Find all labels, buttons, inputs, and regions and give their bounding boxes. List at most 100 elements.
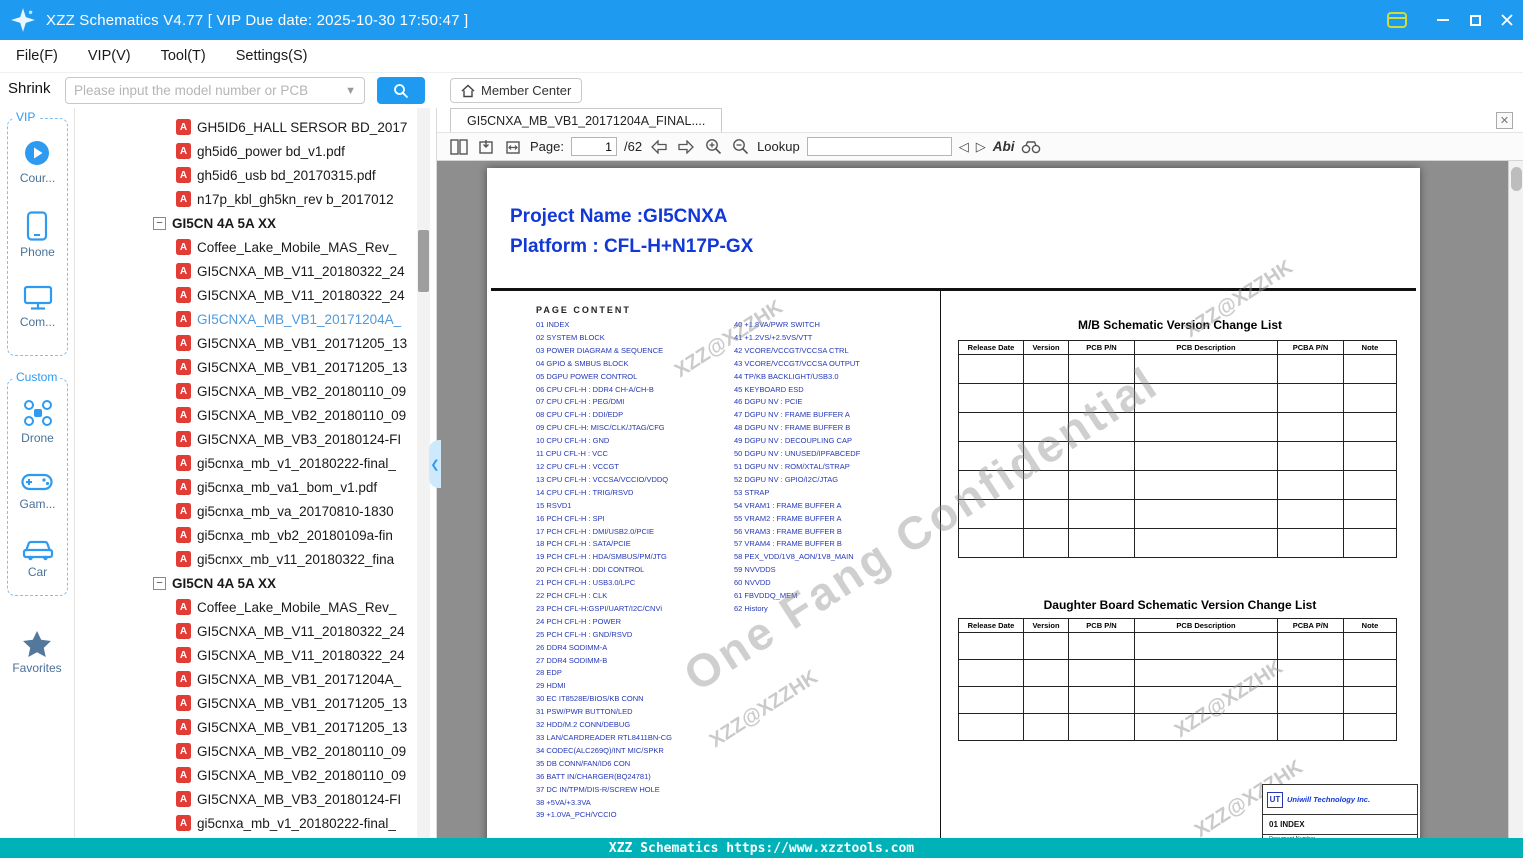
sidebar-item-phone[interactable]: Phone	[20, 211, 55, 259]
computer-icon	[23, 285, 52, 310]
tree-row[interactable]: − A GI5CN 4A 5A XX	[75, 211, 436, 235]
fit-width-icon[interactable]	[503, 137, 523, 157]
tree-row-label: gi5cnxa_mb_va1_bom_v1.pdf	[197, 479, 378, 495]
collapse-minus-icon[interactable]: −	[153, 216, 166, 230]
pdf-file-icon: A	[176, 671, 191, 687]
member-center-button[interactable]: Member Center	[450, 78, 583, 103]
index-entry: 47 DGPU NV : FRAME BUFFER A	[734, 410, 850, 420]
pdf-scrollbar[interactable]	[1508, 161, 1523, 838]
tree-row[interactable]: − A gi5cnxa_mb_vb2_20180109a-fin	[75, 523, 436, 547]
index-entry: 28 EDP	[536, 668, 562, 678]
search-button[interactable]	[377, 77, 425, 104]
lookup-input[interactable]	[806, 137, 952, 156]
tree-row[interactable]: − A GI5CN 4A 5A XX	[75, 571, 436, 595]
tree-row[interactable]: − A GI5CNXA_MB_V11_20180322_24	[75, 643, 436, 667]
close-tab-button[interactable]: ✕	[1496, 112, 1513, 129]
file-tree: − A GH5ID6_HALL SERSOR BD_2017 − A gh5id…	[75, 108, 436, 835]
pdf-file-icon: A	[176, 383, 191, 399]
search-input[interactable]	[66, 83, 346, 98]
tree-row[interactable]: − A GH5ID6_HALL SERSOR BD_2017	[75, 115, 436, 139]
tree-row[interactable]: − A gi5cnxa_mb_v1_20180222-final_	[75, 451, 436, 475]
tree-row[interactable]: − A GI5CNXA_MB_VB2_20180110_09	[75, 403, 436, 427]
find-next-icon[interactable]: ▷	[976, 139, 986, 155]
sidebar-item-computer[interactable]: Com...	[20, 285, 55, 329]
zoom-out-icon[interactable]	[730, 137, 750, 157]
table-header-cell: Release Date	[959, 341, 1024, 354]
index-entry: 09 CPU CFL-H: MISC/CLK/JTAG/CFG	[536, 423, 665, 433]
tree-row[interactable]: − A GI5CNXA_MB_VB1_20171205_13	[75, 691, 436, 715]
sidebar-item-game[interactable]: Gam...	[19, 471, 56, 511]
tree-row[interactable]: − A GI5CNXA_MB_VB2_20180110_09	[75, 739, 436, 763]
binoculars-icon[interactable]	[1021, 137, 1041, 157]
tree-row[interactable]: − A gh5id6_power bd_v1.pdf	[75, 139, 436, 163]
tree-row[interactable]: − A GI5CNXA_MB_VB1_20171204A_	[75, 307, 436, 331]
close-button[interactable]	[1491, 0, 1523, 40]
two-page-layout-icon[interactable]	[449, 137, 469, 157]
tree-row[interactable]: − A GI5CNXA_MB_VB1_20171205_13	[75, 715, 436, 739]
panel-collapse-handle[interactable]: ❮	[429, 440, 441, 488]
zoom-in-icon[interactable]	[703, 137, 723, 157]
tree-row[interactable]: − A Coffee_Lake_Mobile_MAS_Rev_	[75, 595, 436, 619]
find-previous-icon[interactable]: ◁	[959, 139, 969, 155]
tree-row[interactable]: − A GI5CNXA_MB_VB1_20171205_13	[75, 331, 436, 355]
tree-row-label: Coffee_Lake_Mobile_MAS_Rev_	[197, 599, 397, 615]
pdf-scrollbar-thumb[interactable]	[1511, 167, 1522, 191]
tree-row[interactable]: − A GI5CNXA_MB_V11_20180322_24	[75, 619, 436, 643]
tree-row[interactable]: − A GI5CNXA_MB_VB1_20171205_13	[75, 355, 436, 379]
pdf-viewport[interactable]: Project Name :GI5CNXA Platform : CFL-H+N…	[437, 161, 1523, 838]
shrink-button[interactable]: Shrink	[8, 80, 51, 97]
tree-scrollbar-thumb[interactable]	[418, 230, 429, 292]
menu-item[interactable]: File(F)	[16, 48, 58, 64]
tree-row[interactable]: − A gi5cnxa_mb_va1_bom_v1.pdf	[75, 475, 436, 499]
tree-row[interactable]: − A GI5CNXA_MB_VB1_20171204A_	[75, 667, 436, 691]
tree-row[interactable]: − A Coffee_Lake_Mobile_MAS_Rev_	[75, 235, 436, 259]
next-page-icon[interactable]	[676, 137, 696, 157]
sidebar-item-drone[interactable]: Drone	[21, 399, 54, 445]
tree-row[interactable]: − A gi5cnxa_mb_va_20170810-1830	[75, 499, 436, 523]
pdf-file-icon: A	[176, 623, 191, 639]
pdf-file-icon: A	[176, 815, 191, 831]
index-entry: 34 CODEC(ALC269Q)/INT MIC/SPKR	[536, 745, 664, 755]
tree-row[interactable]: − A GI5CNXA_MB_VB2_20180110_09	[75, 379, 436, 403]
vip-card-icon[interactable]	[1381, 0, 1413, 40]
tree-row[interactable]: − A n17p_kbl_gh5kn_rev b_2017012	[75, 187, 436, 211]
tree-row-label: GI5CNXA_MB_VB2_20180110_09	[197, 407, 407, 423]
minimize-button[interactable]	[1427, 0, 1459, 40]
table-header-cell: PCBA P/N	[1278, 619, 1344, 632]
fit-page-icon[interactable]	[476, 137, 496, 157]
tree-row[interactable]: − A gi5cnxa_mb_v1_20180222-final_	[75, 811, 436, 835]
tree-row[interactable]: − A GI5CNXA_MB_VB2_20180110_09	[75, 763, 436, 787]
sidebar-item-favorites[interactable]: Favorites	[0, 630, 74, 675]
index-entry: 36 BATT IN/CHARGER(BQ24781)	[536, 771, 651, 781]
sidebar-item-course[interactable]: Cour...	[20, 139, 55, 185]
tree-row[interactable]: − A gi5cnxx_mb_v11_20180322_fina	[75, 547, 436, 571]
index-entry: 54 VRAM1 : FRAME BUFFER A	[734, 500, 842, 510]
collapse-minus-icon[interactable]: −	[153, 576, 166, 590]
menu-item[interactable]: VIP(V)	[88, 48, 131, 64]
maximize-button[interactable]	[1459, 0, 1491, 40]
page-number-input[interactable]	[570, 137, 617, 156]
document-tab-label: GI5CNXA_MB_VB1_20171204A_FINAL....	[467, 113, 706, 128]
tree-row[interactable]: − A GI5CNXA_MB_VB3_20180124-FI	[75, 427, 436, 451]
tree-row-label: GH5ID6_HALL SERSOR BD_2017	[197, 119, 408, 135]
sidebar-item-car[interactable]: Car	[22, 537, 54, 579]
menu-item[interactable]: Settings(S)	[236, 48, 308, 64]
menu-item[interactable]: Tool(T)	[161, 48, 206, 64]
table-row	[959, 660, 1396, 687]
column-divider	[940, 290, 941, 838]
chevron-down-icon[interactable]: ▼	[345, 85, 364, 97]
match-case-icon[interactable]: Abi	[993, 139, 1015, 154]
pdf-file-icon: A	[176, 311, 191, 327]
tree-row-label: GI5CNXA_MB_VB1_20171204A_	[197, 311, 402, 327]
index-entry: 01 INDEX	[536, 320, 570, 329]
tree-row[interactable]: − A GI5CNXA_MB_V11_20180322_24	[75, 283, 436, 307]
pdf-file-icon: A	[176, 263, 191, 279]
tree-row[interactable]: − A GI5CNXA_MB_VB3_20180124-FI	[75, 787, 436, 811]
document-tab[interactable]: GI5CNXA_MB_VB1_20171204A_FINAL....	[450, 108, 723, 132]
table-header-cell: PCB Description	[1135, 619, 1278, 632]
tree-row[interactable]: − A gh5id6_usb bd_20170315.pdf	[75, 163, 436, 187]
project-name: Project Name :GI5CNXA	[510, 206, 728, 227]
tree-row[interactable]: − A GI5CNXA_MB_V11_20180322_24	[75, 259, 436, 283]
index-entry: 15 RSVD1	[536, 500, 572, 510]
previous-page-icon[interactable]	[649, 137, 669, 157]
